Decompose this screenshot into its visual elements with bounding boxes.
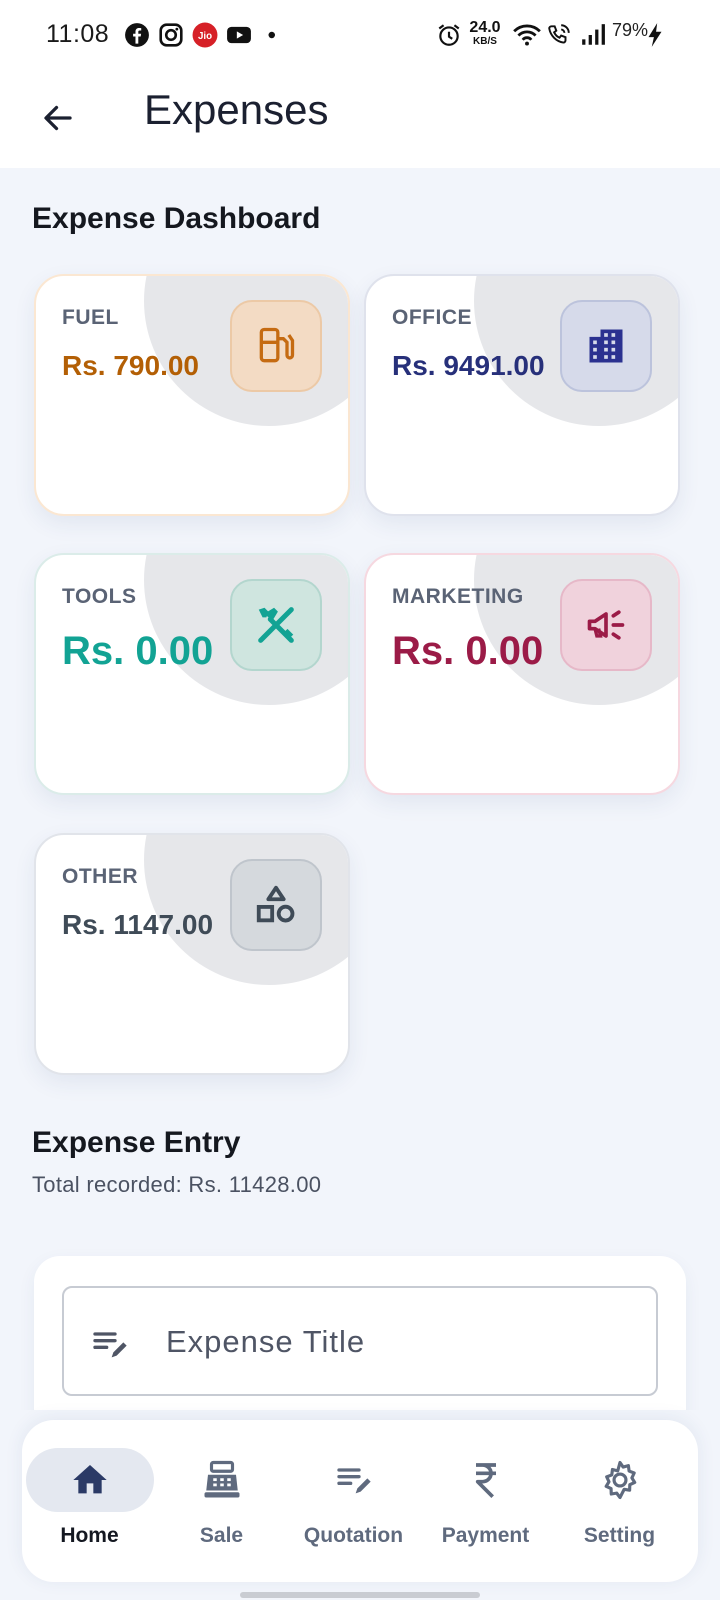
card-icon-box <box>230 579 322 671</box>
card-label: OTHER <box>62 865 138 888</box>
nav-label: Home <box>60 1524 119 1547</box>
expense-card-other[interactable]: OTHER Rs. 1147.00 <box>34 833 350 1075</box>
card-label: TOOLS <box>62 585 137 608</box>
arrow-left-icon <box>44 105 72 131</box>
nav-item-home[interactable]: Home <box>22 1420 157 1582</box>
card-value: Rs. 1147.00 <box>62 909 214 940</box>
rupee-icon <box>475 1463 496 1498</box>
app-bar: Expenses <box>0 72 720 168</box>
instagram-icon <box>159 23 183 47</box>
youtube-icon <box>227 26 251 44</box>
home-icon <box>72 1465 107 1494</box>
expense-card-fuel[interactable]: FUEL Rs. 790.00 <box>34 274 350 516</box>
back-button[interactable] <box>30 90 86 146</box>
nav-item-quotation[interactable]: Quotation <box>286 1420 421 1582</box>
card-value: Rs. 0.00 <box>62 629 214 673</box>
nav-item-setting[interactable]: Setting <box>552 1420 687 1582</box>
battery-percent: 79% <box>612 20 649 40</box>
nav-item-payment[interactable]: Payment <box>418 1420 553 1582</box>
more-notifications-dot-icon <box>268 31 275 39</box>
nav-label: Quotation <box>303 1524 404 1547</box>
expense-title-placeholder: Expense Title <box>166 1324 366 1359</box>
card-value: Rs. 9491.00 <box>392 350 545 381</box>
entry-title: Expense Entry <box>32 1126 241 1159</box>
edit-notes-icon <box>93 1332 127 1358</box>
card-label: MARKETING <box>392 585 524 608</box>
alarm-icon <box>438 24 460 46</box>
card-icon-box <box>560 579 652 671</box>
nav-item-sale[interactable]: Sale <box>154 1420 289 1582</box>
office-building-icon <box>589 329 623 363</box>
card-value: Rs. 790.00 <box>62 350 199 381</box>
facebook-icon <box>125 23 149 47</box>
card-icon-box <box>230 300 322 392</box>
gesture-home-indicator[interactable] <box>240 1592 480 1598</box>
nav-label: Payment <box>441 1524 530 1547</box>
gear-icon <box>604 1460 636 1500</box>
card-label: FUEL <box>62 306 119 329</box>
expense-card-office[interactable]: OFFICE Rs. 9491.00 <box>364 274 680 516</box>
dashboard-title: Expense Dashboard <box>32 202 321 235</box>
svg-text:Jio: Jio <box>198 31 212 42</box>
card-icon-box <box>230 859 322 951</box>
shapes-icon <box>256 885 295 923</box>
nav-icon-wrap <box>418 1458 553 1502</box>
page-title: Expenses <box>144 86 329 133</box>
jio-icon: Jio <box>192 22 218 48</box>
nav-label: Sale <box>199 1524 244 1547</box>
bottom-navigation: Home Sale Quotation Payment Setting <box>22 1420 698 1582</box>
total-recorded: Total recorded: Rs. 11428.00 <box>32 1172 322 1197</box>
card-label: OFFICE <box>392 306 472 329</box>
expense-title-input[interactable]: Expense Title <box>62 1286 658 1396</box>
net-speed: 24.0 KB/S <box>469 19 501 48</box>
expense-card-tools[interactable]: TOOLS Rs. 0.00 <box>34 553 350 795</box>
nav-label: Setting <box>583 1524 656 1547</box>
wifi-calling-icon <box>548 24 570 44</box>
nav-icon-wrap <box>552 1458 687 1502</box>
fuel-pump-icon <box>259 327 295 363</box>
nav-icon-wrap <box>286 1458 421 1502</box>
status-bar: 11:08 Jio 24.0 KB/S 79% <box>0 0 720 72</box>
edit-notes-icon <box>336 1468 371 1494</box>
charging-bolt-icon <box>648 23 662 47</box>
tools-icon <box>258 607 294 643</box>
nav-icon-wrap <box>22 1458 157 1502</box>
signal-icon <box>582 24 605 45</box>
status-time: 11:08 <box>46 20 110 48</box>
card-value: Rs. 0.00 <box>392 629 544 673</box>
megaphone-icon <box>587 610 625 640</box>
card-icon-box <box>560 300 652 392</box>
expense-card-marketing[interactable]: MARKETING Rs. 0.00 <box>364 553 680 795</box>
cash-register-icon <box>204 1460 239 1498</box>
nav-icon-wrap <box>154 1458 289 1502</box>
wifi-icon <box>513 24 541 46</box>
